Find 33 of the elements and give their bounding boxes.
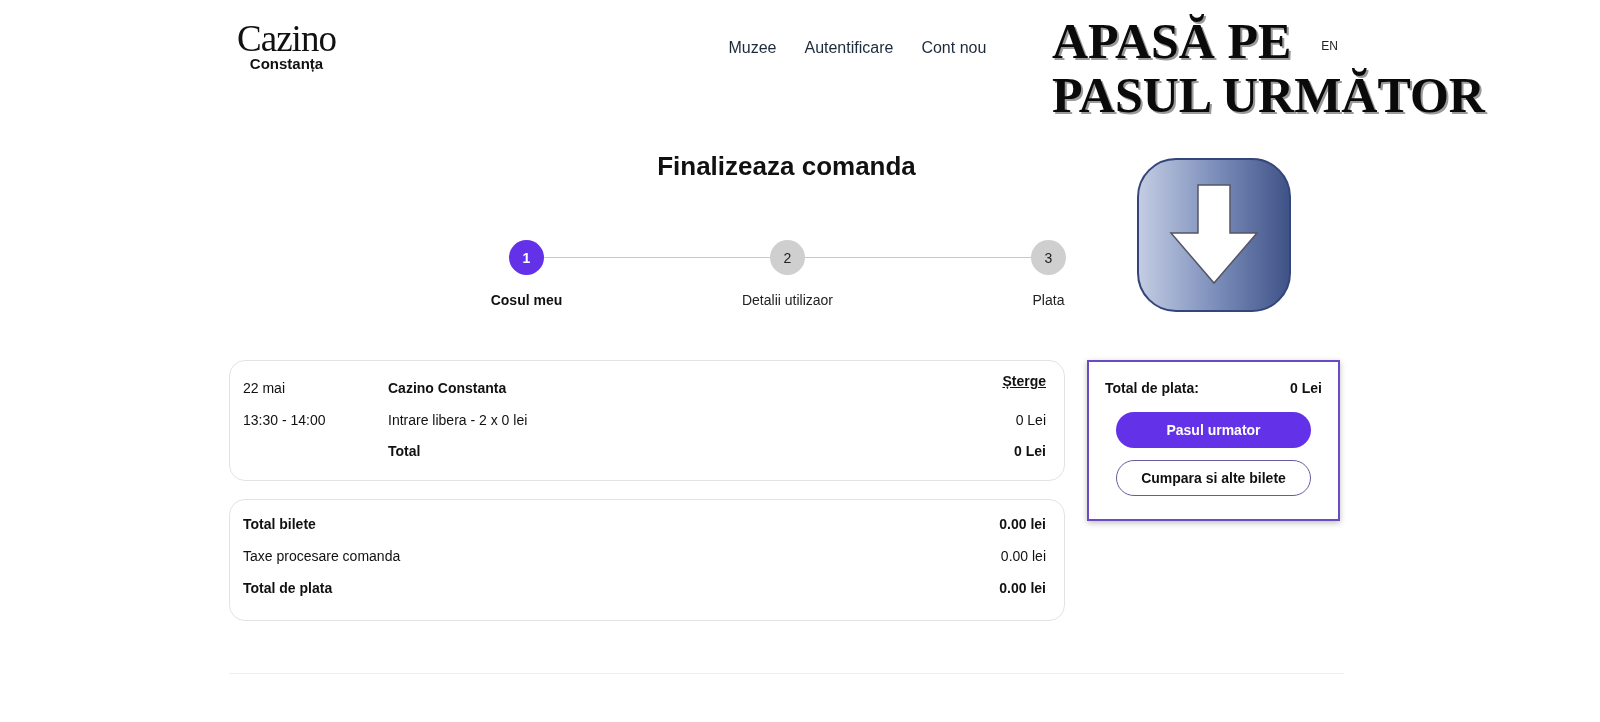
summary-label: Total bilete: [243, 516, 316, 532]
annotation-text: PASUL URMĂTOR: [1052, 68, 1485, 122]
delete-link[interactable]: Șterge: [1002, 373, 1046, 389]
language-link[interactable]: EN: [1321, 22, 1338, 53]
step-circle: 1: [509, 240, 544, 275]
step-circle: 2: [770, 240, 805, 275]
summary-amount: 0.00 lei: [999, 580, 1046, 596]
summary-label: Total de plata: [243, 580, 333, 596]
summary-amount: 0.00 lei: [1000, 548, 1046, 564]
ticket-line: Intrare libera - 2 x 0 lei: [388, 411, 529, 430]
buy-more-button[interactable]: Cumpara si alte bilete: [1116, 460, 1311, 496]
nav-link[interactable]: Autentificare: [804, 39, 894, 57]
date-text: 22 mai: [243, 379, 287, 398]
step-label: Cosul meu: [490, 292, 563, 308]
ticket-amount: 0 Lei: [1014, 411, 1046, 430]
total-label: Total: [388, 443, 422, 462]
logo-title[interactable]: Cazino: [237, 22, 336, 56]
step-label: Detalii utilizaor: [741, 292, 833, 308]
total-label: Total de plata:: [1105, 380, 1199, 396]
step-circle: 3: [1031, 240, 1066, 275]
logo-subtitle[interactable]: Constanța: [249, 56, 324, 72]
total-amount: 0 Lei: [1290, 380, 1322, 396]
page-title: Finalizeaza comanda: [657, 151, 916, 182]
venue-name: Cazino Constanta: [388, 379, 508, 398]
annotation-text: APASĂ PE: [1052, 14, 1292, 68]
nav-link[interactable]: Muzee: [728, 39, 777, 57]
total-amount: 0 Lei: [1013, 443, 1046, 462]
nav-link[interactable]: Cont nou: [921, 39, 987, 57]
step-label: Plata: [1032, 292, 1065, 308]
summary-label: Taxe procesare comanda: [243, 548, 401, 564]
time-text: 13:30 - 14:00: [243, 411, 327, 430]
next-step-button[interactable]: Pasul urmator: [1116, 412, 1311, 448]
summary-amount: 0.00 lei: [999, 516, 1046, 532]
